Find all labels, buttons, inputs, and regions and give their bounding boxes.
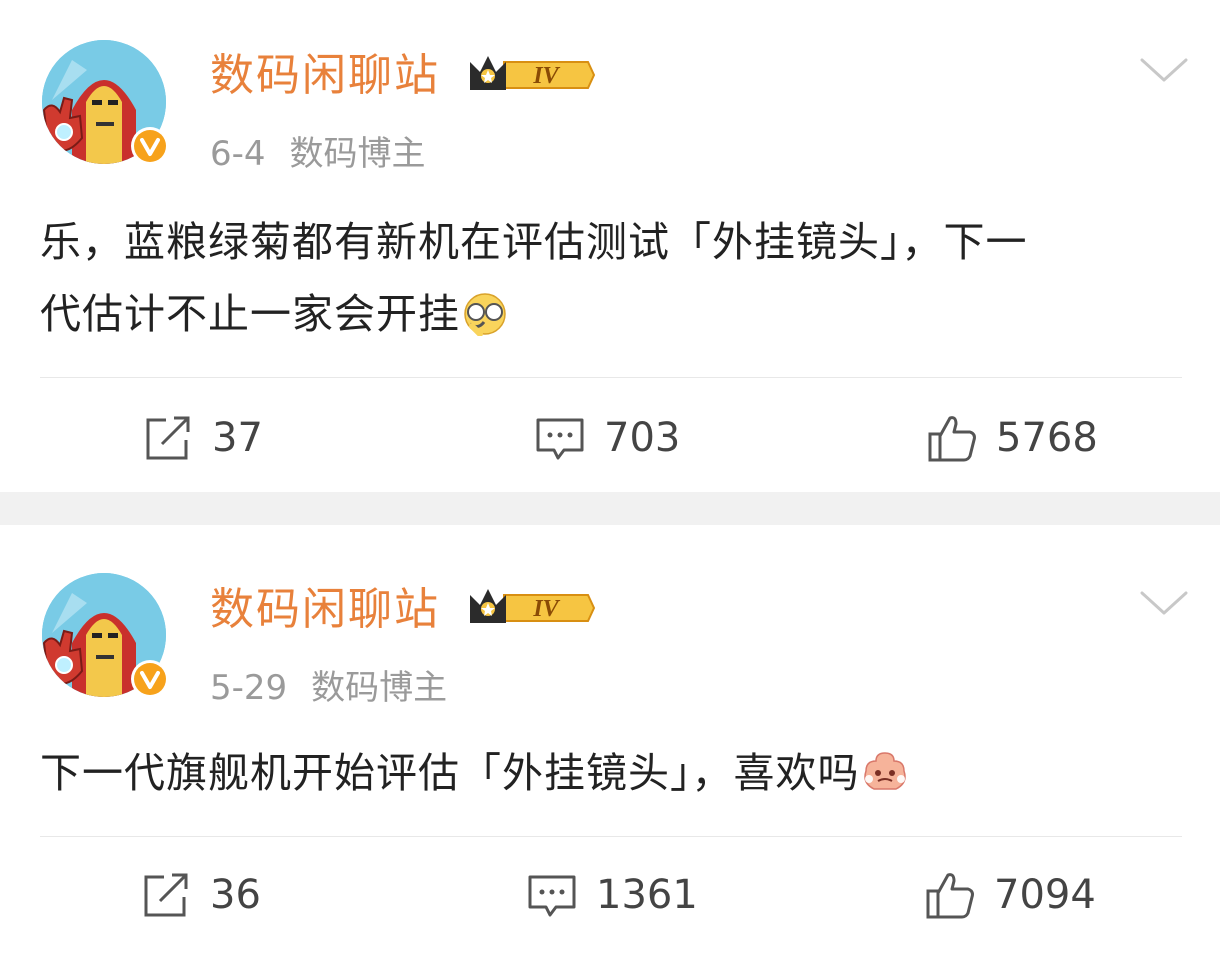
comment-button[interactable]: 1361 [526,865,698,925]
post-text[interactable]: 乐，蓝粮绿菊都有新机在评估测试「外挂镜头」，下一 代估计不止一家会开挂 [40,206,1180,350]
like-button[interactable]: 7094 [924,865,1096,925]
comment-button[interactable]: 703 [534,408,680,468]
post-meta: 6-4 数码博主 [210,132,426,176]
author-name[interactable]: 数码闲聊站 [210,582,440,638]
divider [40,377,1182,378]
crown-level-icon[interactable]: IV [466,583,596,633]
like-count: 7094 [994,872,1096,918]
repost-button[interactable]: 36 [140,865,261,925]
post-card[interactable]: 数码闲聊站 IV 5-29 数码博主 下一代旗舰机开始评估「外挂镜头」，喜欢吗 [0,525,1220,953]
post-date: 5-29 [210,668,288,708]
comment-count: 703 [604,415,681,461]
post-text[interactable]: 下一代旗舰机开始评估「外挂镜头」，喜欢吗 [40,737,1180,809]
level-label: IV [532,596,560,622]
repost-icon [144,873,188,917]
smirk-glasses-emoji [464,293,506,336]
avatar[interactable] [42,40,170,168]
post-text-line: 乐，蓝粮绿菊都有新机在评估测试「外挂镜头」，下一 [40,218,1028,266]
repost-button[interactable]: 37 [142,408,263,468]
verified-v-icon [131,660,169,698]
post-text-line: 下一代旗舰机开始评估「外挂镜头」，喜欢吗 [40,749,860,797]
angry-steam-emoji [863,752,906,790]
author-role: 数码博主 [289,134,426,174]
level-label: IV [532,63,560,89]
post-meta: 5-29 数码博主 [210,666,447,710]
like-button[interactable]: 5768 [926,408,1098,468]
author-name[interactable]: 数码闲聊站 [210,48,440,104]
comment-icon [536,418,584,460]
thumbs-up-icon [926,873,974,919]
repost-icon [146,416,190,460]
repost-count: 36 [210,872,261,918]
comment-icon [528,875,576,917]
post-date: 6-4 [210,134,266,174]
chevron-down-icon[interactable] [1138,587,1190,619]
author-role: 数码博主 [311,668,448,708]
verified-v-icon [131,127,169,165]
divider [40,836,1182,837]
avatar[interactable] [42,573,170,701]
repost-count: 37 [212,415,263,461]
feed-separator [0,492,1220,525]
comment-count: 1361 [596,872,698,918]
thumbs-up-icon [928,416,976,462]
post-card[interactable]: 数码闲聊站 IV 6-4 数码博主 乐，蓝粮绿菊都有新机在评估测试「外挂镜头」，下… [0,0,1220,492]
crown-level-icon[interactable]: IV [466,50,596,100]
like-count: 5768 [996,415,1098,461]
chevron-down-icon[interactable] [1138,54,1190,86]
post-text-line: 代估计不止一家会开挂 [40,290,460,338]
